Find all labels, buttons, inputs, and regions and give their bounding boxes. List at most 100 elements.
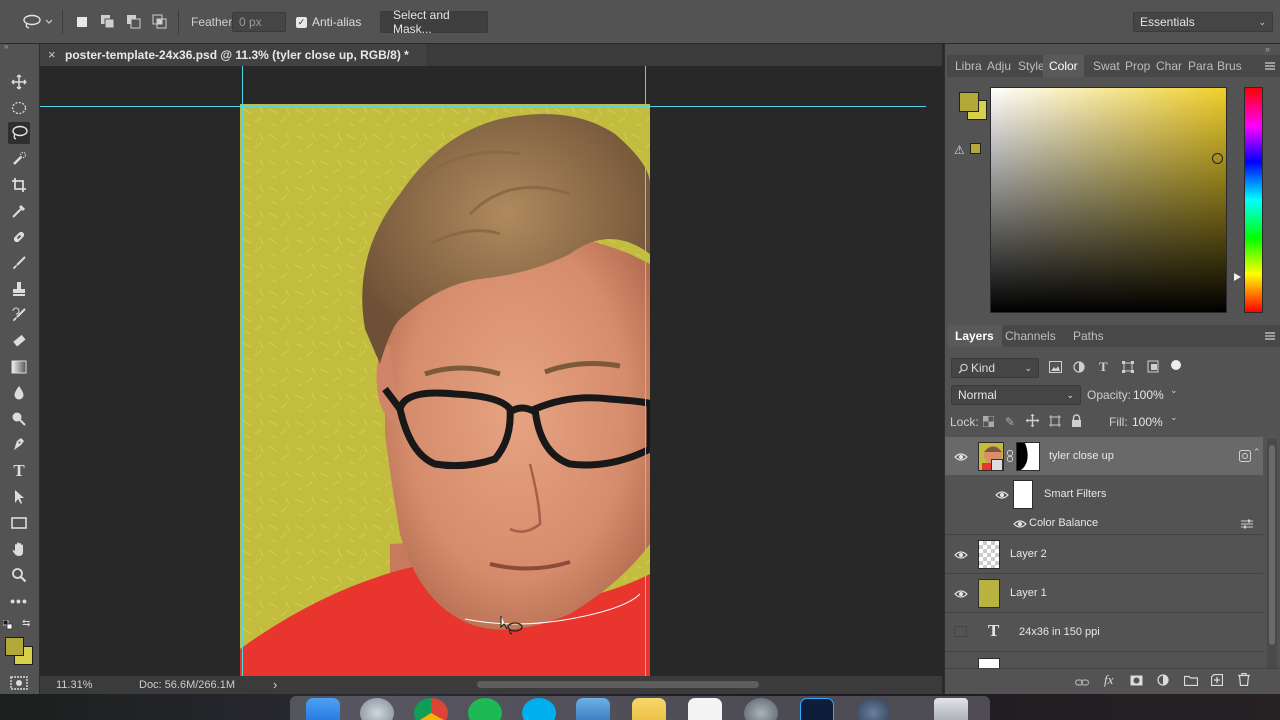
healing-brush-tool-icon[interactable]	[8, 226, 30, 248]
new-selection-icon[interactable]	[72, 11, 92, 33]
anti-alias-checkbox[interactable]: ✓ Anti-alias	[296, 15, 361, 29]
clone-stamp-tool-icon[interactable]	[8, 278, 30, 300]
layer-mask-thumbnail[interactable]	[1016, 442, 1040, 471]
filter-shape-icon[interactable]	[1122, 361, 1134, 376]
preview-icon[interactable]	[576, 698, 610, 720]
textedit-icon[interactable]	[688, 698, 722, 720]
layer-row-text[interactable]: T 24x36 in 150 ppi	[945, 613, 1263, 651]
close-tab-icon[interactable]: ×	[48, 47, 56, 62]
layer-name[interactable]: Smart Filters	[1044, 488, 1106, 500]
filter-kind-select[interactable]: Kind ⌄	[951, 358, 1039, 378]
filter-toggle-icon[interactable]	[1171, 360, 1181, 370]
system-preferences-icon[interactable]	[744, 698, 778, 720]
link-layers-icon[interactable]	[1074, 676, 1090, 690]
lock-transparent-icon[interactable]	[982, 415, 995, 430]
launchpad-icon[interactable]	[360, 698, 394, 720]
layers-scroll-thumb[interactable]	[1269, 445, 1275, 645]
hue-slider[interactable]	[1244, 87, 1263, 313]
dodge-tool-icon[interactable]	[8, 408, 30, 430]
delete-layer-icon[interactable]	[1238, 672, 1250, 689]
mask-link-icon[interactable]	[1007, 450, 1013, 462]
horizontal-scroll-thumb[interactable]	[477, 681, 759, 688]
filter-adjustment-icon[interactable]	[1073, 361, 1085, 376]
color-fg-swatch[interactable]	[959, 92, 979, 112]
blur-tool-icon[interactable]	[8, 382, 30, 404]
tab-swatches[interactable]: Swat	[1093, 55, 1120, 77]
layers-scrollbar[interactable]	[1267, 439, 1277, 676]
guide-vertical-right[interactable]	[645, 66, 646, 678]
quick-mask-icon[interactable]	[10, 676, 28, 690]
tab-color[interactable]: Color	[1043, 55, 1084, 77]
poster-artboard[interactable]	[240, 104, 650, 678]
eraser-tool-icon[interactable]	[8, 330, 30, 352]
panel-menu-icon[interactable]	[1265, 60, 1275, 74]
tab-styles[interactable]: Style	[1018, 55, 1045, 77]
tab-libraries[interactable]: Libra	[955, 55, 982, 77]
select-and-mask-button[interactable]: Select and Mask...	[380, 8, 488, 36]
blend-mode-select[interactable]: Normal ⌄	[951, 385, 1081, 405]
canvas-area[interactable]	[40, 66, 926, 678]
more-tools-icon[interactable]: •••	[8, 590, 30, 612]
rectangle-tool-icon[interactable]	[8, 512, 30, 534]
layer-thumbnail-yellow[interactable]	[978, 579, 1000, 608]
workspace-switcher[interactable]: Essentials ⌄	[1133, 12, 1273, 32]
color-picker-cursor[interactable]	[1212, 153, 1223, 164]
fill-value[interactable]: 100%	[1132, 415, 1163, 429]
visibility-eye-icon[interactable]	[995, 489, 1009, 499]
layer-row-color-balance[interactable]: Color Balance	[945, 513, 1263, 534]
chevron-down-icon[interactable]: ⌄	[1170, 412, 1178, 423]
visibility-eye-icon[interactable]	[954, 549, 968, 559]
gradient-tool-icon[interactable]	[8, 356, 30, 378]
crop-tool-icon[interactable]	[8, 174, 30, 196]
new-group-icon[interactable]	[1183, 675, 1199, 689]
layer-name[interactable]: 24x36 in 150 ppi	[1019, 626, 1100, 638]
app-icon[interactable]	[856, 698, 890, 720]
layer-name[interactable]: tyler close up	[1049, 450, 1114, 462]
fx-icon[interactable]: fx	[1104, 672, 1113, 688]
filter-smart-object-icon[interactable]	[1147, 360, 1159, 376]
add-selection-icon[interactable]	[98, 11, 118, 33]
filter-options-icon[interactable]	[1241, 518, 1253, 532]
chrome-icon[interactable]	[414, 698, 448, 720]
document-tab[interactable]: × poster-template-24x36.psd @ 11.3% (tyl…	[40, 44, 426, 66]
new-adjustment-icon[interactable]	[1157, 674, 1169, 689]
layer-row-layer-2[interactable]: Layer 2	[945, 535, 1263, 573]
feather-input[interactable]: 0 px	[232, 12, 286, 32]
intersect-selection-icon[interactable]	[150, 11, 170, 33]
tab-properties[interactable]: Prop	[1125, 55, 1150, 77]
opacity-value[interactable]: 100%	[1133, 388, 1164, 402]
collapse-panels-icon[interactable]: »	[1265, 44, 1270, 54]
quick-selection-tool-icon[interactable]	[8, 148, 30, 170]
lock-artboard-icon[interactable]	[1049, 415, 1061, 430]
guide-horizontal[interactable]	[40, 106, 926, 107]
lock-position-icon[interactable]	[1026, 414, 1039, 430]
visibility-hidden-box[interactable]	[954, 626, 967, 637]
photoshop-icon[interactable]	[800, 698, 834, 720]
lock-all-icon[interactable]	[1071, 414, 1082, 430]
pen-tool-icon[interactable]	[8, 434, 30, 456]
text-layer-icon[interactable]: T	[988, 621, 999, 641]
marquee-tool-icon[interactable]	[8, 97, 30, 119]
tab-brushes[interactable]: Brus	[1217, 55, 1242, 77]
new-layer-icon[interactable]	[1210, 673, 1224, 689]
lasso-tool-icon[interactable]	[8, 122, 30, 144]
brush-tool-icon[interactable]	[8, 252, 30, 274]
trash-icon[interactable]	[934, 698, 968, 720]
guide-vertical-left[interactable]	[242, 66, 243, 678]
color-field[interactable]	[990, 87, 1227, 313]
collapse-icon[interactable]: »	[4, 43, 36, 51]
layer-row-layer-1[interactable]: Layer 1	[945, 574, 1263, 612]
filter-pixel-icon[interactable]	[1049, 361, 1062, 376]
eyedropper-tool-icon[interactable]	[8, 200, 30, 222]
tab-paths[interactable]: Paths	[1073, 325, 1104, 347]
skype-icon[interactable]	[522, 698, 556, 720]
filter-type-icon[interactable]: T	[1099, 359, 1108, 375]
tab-layers[interactable]: Layers	[947, 325, 1002, 347]
layer-name[interactable]: Layer 2	[1010, 548, 1047, 560]
gamut-swatch[interactable]	[970, 143, 981, 154]
tab-channels[interactable]: Channels	[1005, 325, 1056, 347]
move-tool-icon[interactable]	[8, 71, 30, 93]
chevron-down-icon[interactable]: ⌄	[1170, 385, 1178, 396]
hue-slider-handle[interactable]	[1234, 273, 1241, 281]
default-colors-icon[interactable]	[2, 619, 13, 630]
